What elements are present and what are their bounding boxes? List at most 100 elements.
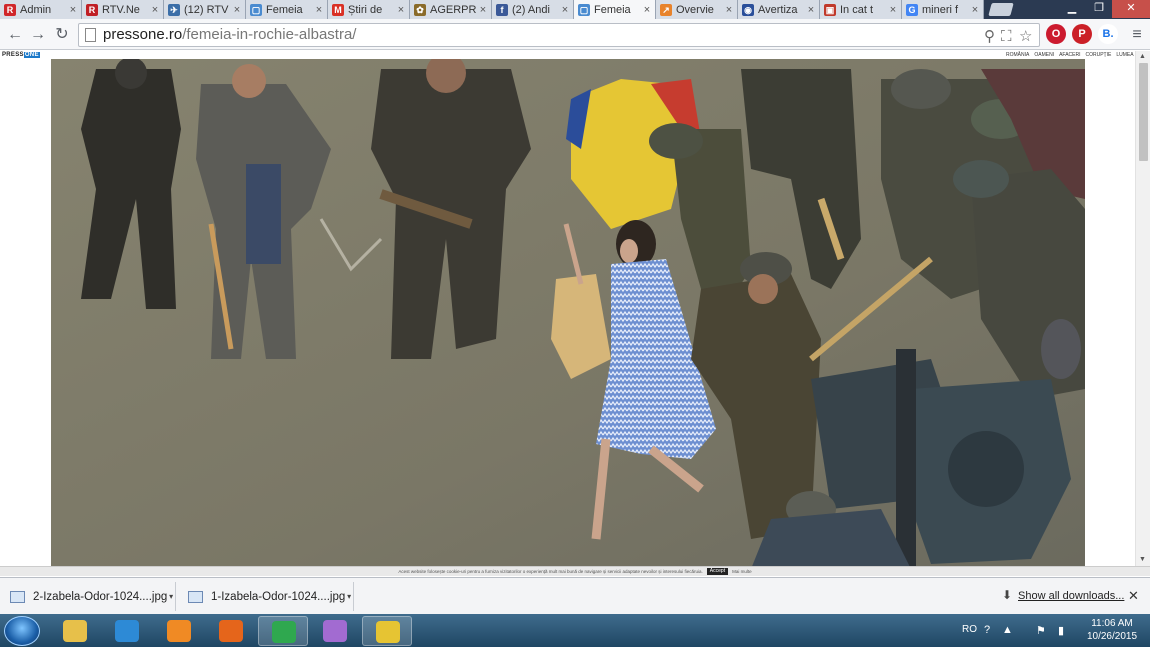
minimize-button[interactable]: ▁	[1058, 0, 1086, 18]
reload-button[interactable]: ↻	[51, 24, 73, 46]
browser-tab[interactable]: ▢ Femeia ×	[246, 0, 328, 19]
site-nav-item[interactable]: LUMEA	[1116, 52, 1133, 58]
taskbar-chrome[interactable]	[258, 616, 308, 646]
opera-ext-icon[interactable]: O	[1046, 24, 1066, 44]
taskbar-security-shield[interactable]	[362, 616, 412, 646]
download-item[interactable]: 2-Izabela-Odor-1024....jpg ▾	[0, 582, 176, 611]
site-nav-item[interactable]: ROMÂNIA	[1006, 52, 1029, 58]
scroll-down-arrow[interactable]: ▼	[1139, 556, 1146, 563]
tab-close-icon[interactable]: ×	[641, 4, 653, 16]
close-download-bar-icon[interactable]: ✕	[1128, 588, 1139, 604]
network-icon[interactable]: ▮	[1058, 624, 1064, 637]
download-bar: 2-Izabela-Odor-1024....jpg ▾ 1-Izabela-Odo…	[0, 577, 1150, 614]
help-icon[interactable]: ?	[984, 624, 990, 636]
browser-tab[interactable]: M Știri de ×	[328, 0, 410, 19]
tab-favicon-icon: ▢	[250, 3, 262, 16]
site-nav-item[interactable]: OAMENI	[1034, 52, 1054, 58]
search-icon[interactable]: ⚲	[984, 26, 995, 48]
download-filename: 2-Izabela-Odor-1024....jpg	[33, 590, 168, 603]
tab-close-icon[interactable]: ×	[149, 4, 161, 16]
browser-tab[interactable]: ▣ In cat t ×	[820, 0, 902, 19]
tab-label: Femeia	[594, 3, 631, 16]
language-indicator[interactable]: RO	[962, 624, 977, 635]
tab-favicon-icon: ✿	[414, 3, 426, 16]
address-bar[interactable]: pressone.ro/femeia-in-rochie-albastra/ ⚲…	[78, 23, 1040, 47]
browser-toolbar: ← → ↻ pressone.ro/femeia-in-rochie-albas…	[0, 19, 1150, 50]
cookie-text: Acest website folosește cookie-uri pentr…	[398, 569, 703, 574]
browser-tab[interactable]: R RTV.Ne ×	[82, 0, 164, 19]
tab-favicon-icon: f	[496, 3, 508, 16]
site-nav-item[interactable]: AFACERI	[1059, 52, 1080, 58]
pinterest-ext-icon[interactable]: P	[1072, 24, 1092, 44]
tab-favicon-icon: ↗	[660, 3, 672, 16]
image-file-icon	[188, 590, 203, 603]
browser-tab[interactable]: R Admin ×	[0, 0, 82, 19]
browser-tab[interactable]: ↗ Overvie ×	[656, 0, 738, 19]
download-options-icon[interactable]: ▾	[345, 592, 353, 601]
scroll-thumb[interactable]	[1139, 63, 1148, 161]
browser-tab[interactable]: ▢ Femeia ×	[574, 0, 656, 19]
taskbar-firefox[interactable]	[206, 616, 256, 646]
taskbar-explorer[interactable]	[50, 616, 100, 646]
b-ext-icon[interactable]: B.	[1098, 24, 1118, 44]
tab-label: Știri de	[348, 3, 383, 16]
site-nav: ROMÂNIA OAMENI AFACERI CORUPȚIE LUMEA	[1006, 52, 1134, 58]
browser-tab[interactable]: ◉ Avertiza ×	[738, 0, 820, 19]
start-button[interactable]	[4, 616, 40, 646]
bookmark-star-icon[interactable]: ☆	[1019, 26, 1032, 48]
cookie-accept-button[interactable]: Accept	[706, 568, 729, 575]
tab-favicon-icon: R	[86, 3, 98, 16]
internet-explorer-icon	[115, 620, 139, 642]
tab-label: RTV.Ne	[102, 3, 140, 16]
page-icon	[85, 28, 96, 42]
site-nav-item[interactable]: CORUPȚIE	[1085, 52, 1111, 58]
tab-close-icon[interactable]: ×	[969, 4, 981, 16]
show-all-downloads-link[interactable]: Show all downloads...	[1018, 590, 1124, 602]
new-tab-button[interactable]	[988, 3, 1014, 16]
browser-tab[interactable]: ✈ (12) RTV ×	[164, 0, 246, 19]
tab-close-icon[interactable]: ×	[723, 4, 735, 16]
scroll-up-arrow[interactable]: ▲	[1139, 53, 1146, 60]
taskbar-internet-explorer[interactable]	[102, 616, 152, 646]
page-scrollbar[interactable]: ▲ ▼	[1135, 51, 1150, 566]
tab-close-icon[interactable]: ×	[559, 4, 571, 16]
browser-tab[interactable]: ✿ AGERPR ×	[410, 0, 492, 19]
tab-label: Overvie	[676, 3, 714, 16]
tab-favicon-icon: ◉	[742, 3, 754, 16]
firefox-icon	[219, 620, 243, 642]
browser-tab[interactable]: f (2) Andi ×	[492, 0, 574, 19]
tab-label: Avertiza	[758, 3, 798, 16]
maximize-button[interactable]: ❐	[1086, 0, 1112, 18]
tab-favicon-icon: ▢	[578, 3, 590, 16]
clock[interactable]: 11:06 AM 10/26/2015	[1082, 617, 1142, 643]
explorer-icon	[63, 620, 87, 642]
taskbar-app-6[interactable]	[310, 616, 360, 646]
tab-close-icon[interactable]: ×	[477, 4, 489, 16]
tray-expand-icon[interactable]: ▲	[1002, 624, 1013, 636]
tab-close-icon[interactable]: ×	[887, 4, 899, 16]
cookie-more-link[interactable]: Mai multe	[732, 569, 752, 574]
download-options-icon[interactable]: ▾	[167, 592, 175, 601]
translate-icon[interactable]: ⛶	[1001, 26, 1012, 48]
clock-date: 10/26/2015	[1086, 631, 1138, 642]
flag-icon[interactable]: ⚑	[1036, 624, 1046, 637]
forward-button[interactable]: →	[27, 24, 49, 46]
back-button[interactable]: ←	[4, 24, 26, 46]
menu-icon[interactable]: ≡	[1126, 24, 1148, 46]
tab-label: mineri f	[922, 3, 959, 16]
tab-close-icon[interactable]: ×	[313, 4, 325, 16]
url-host: pressone.ro	[103, 26, 183, 43]
security-shield-icon	[376, 621, 400, 643]
url-path: /femeia-in-rochie-albastra/	[182, 26, 357, 43]
download-item[interactable]: 1-Izabela-Odor-1024....jpg ▾	[178, 582, 354, 611]
tab-close-icon[interactable]: ×	[231, 4, 243, 16]
tab-close-icon[interactable]: ×	[67, 4, 79, 16]
taskbar-media-player[interactable]	[154, 616, 204, 646]
tab-close-icon[interactable]: ×	[395, 4, 407, 16]
tab-close-icon[interactable]: ×	[805, 4, 817, 16]
clock-time: 11:06 AM	[1091, 618, 1133, 629]
site-logo[interactable]: PRESSONE	[2, 52, 40, 58]
tab-favicon-icon: ▣	[824, 3, 836, 16]
close-window-button[interactable]: ✕	[1112, 0, 1150, 18]
browser-tab[interactable]: Gmineri f ×	[902, 0, 984, 19]
